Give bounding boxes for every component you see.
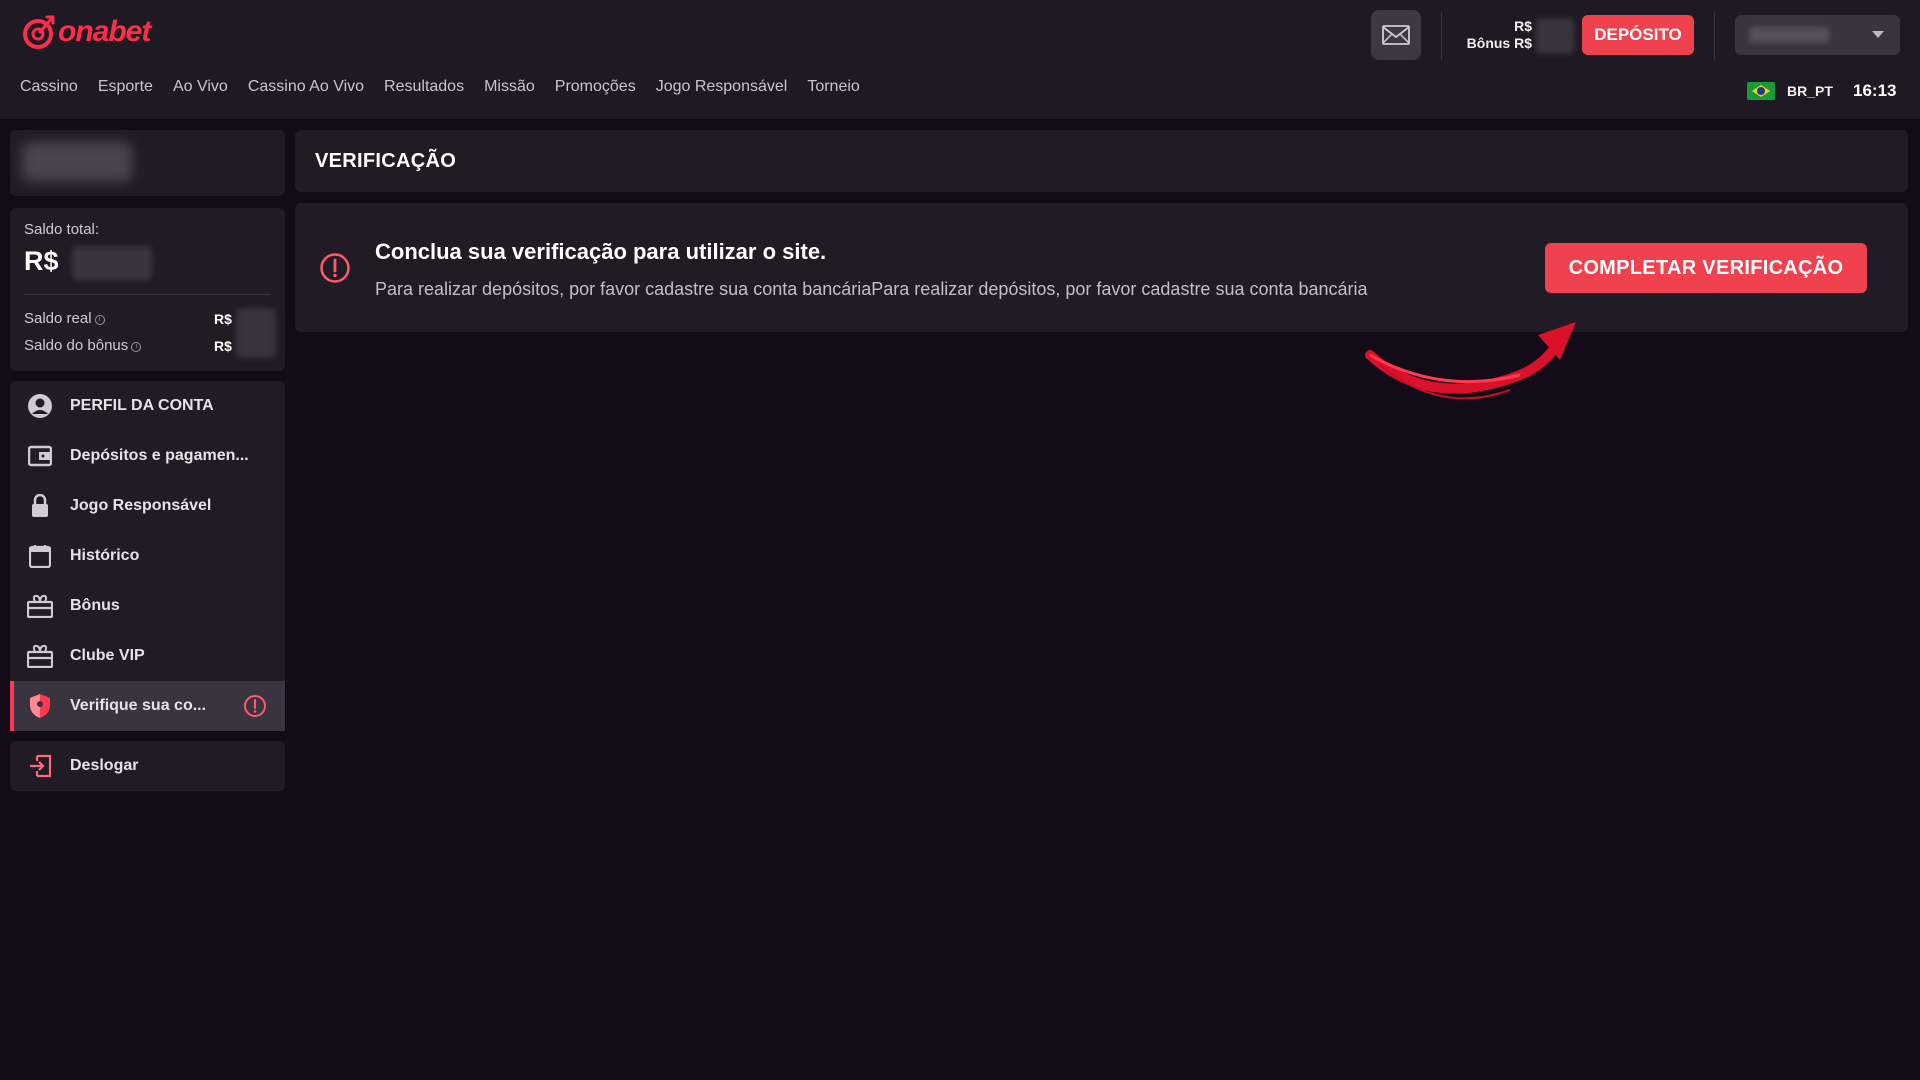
messages-button[interactable]	[1371, 10, 1421, 60]
user-circle-icon	[27, 393, 53, 419]
divider	[24, 294, 271, 295]
verification-notice: Conclua sua verificação para utilizar o …	[295, 203, 1908, 332]
hidden-total-value	[72, 246, 152, 280]
sidebar-item-label: PERFIL DA CONTA	[70, 397, 214, 414]
header-balance: R$ Bônus R$	[1460, 18, 1532, 54]
gift-icon	[27, 643, 53, 669]
lock-icon	[27, 493, 53, 519]
top-header: onabet Cassino Esporte Ao Vivo Cassino A…	[0, 0, 1920, 119]
logo-text: onabet	[58, 15, 151, 48]
sidebar-item-historico[interactable]: Histórico	[10, 531, 285, 581]
sidebar-item-jogo-responsavel[interactable]: Jogo Responsável	[10, 481, 285, 531]
deposit-button[interactable]: DEPÓSITO	[1582, 15, 1694, 55]
nav-jogo-responsavel[interactable]: Jogo Responsável	[656, 78, 788, 96]
logout-button[interactable]: Deslogar	[10, 741, 285, 791]
notice-title: Conclua sua verificação para utilizar o …	[375, 239, 827, 264]
language-selector[interactable]: BR_PT	[1747, 82, 1833, 100]
nav-missao[interactable]: Missão	[484, 78, 535, 96]
header-divider	[1714, 12, 1715, 60]
complete-verification-button[interactable]: COMPLETAR VERIFICAÇÃO	[1545, 243, 1867, 293]
logout-label: Deslogar	[70, 757, 139, 774]
gift-icon	[27, 593, 53, 619]
hidden-username	[1749, 27, 1829, 43]
shield-icon	[27, 693, 53, 719]
language-code: BR_PT	[1787, 83, 1833, 99]
annotation-arrow-icon	[1365, 322, 1576, 400]
account-menu: PERFIL DA CONTA Depósitos e pagamen... J…	[10, 381, 285, 731]
sidebar-item-label: Bônus	[70, 597, 120, 614]
bonus-balance-currency: R$	[214, 338, 232, 354]
header-bonus-label: Bônus R$	[1466, 35, 1532, 51]
nav-cassino-ao-vivo[interactable]: Cassino Ao Vivo	[248, 78, 364, 96]
info-icon[interactable]: i	[131, 342, 142, 352]
profile-card	[10, 130, 285, 196]
alert-icon	[320, 253, 350, 283]
logout-icon	[27, 753, 53, 779]
hidden-balance-values	[236, 308, 276, 358]
total-balance-label: Saldo total:	[24, 221, 100, 238]
sidebar-item-perfil[interactable]: PERFIL DA CONTA	[10, 381, 285, 431]
sidebar-item-label: Clube VIP	[70, 647, 145, 664]
notice-text: Para realizar depósitos, por favor cadas…	[375, 279, 1368, 299]
nav-torneio[interactable]: Torneio	[807, 78, 859, 96]
clock: 16:13	[1853, 81, 1897, 100]
nav-esporte[interactable]: Esporte	[98, 78, 153, 96]
hidden-balance-value	[1536, 18, 1574, 54]
brand-logo[interactable]: onabet	[22, 12, 151, 52]
sidebar-item-label: Depósitos e pagamen...	[70, 447, 249, 464]
nav-resultados[interactable]: Resultados	[384, 78, 464, 96]
nav-promocoes[interactable]: Promoções	[555, 78, 636, 96]
calendar-icon	[27, 543, 53, 569]
hidden-profile-info	[22, 142, 132, 182]
sidebar-item-label: Verifique sua co...	[70, 697, 207, 714]
real-balance-row: Saldo real i	[24, 310, 105, 327]
bonus-balance-row: Saldo do bônus i	[24, 337, 142, 354]
mail-icon	[1382, 25, 1410, 45]
page-header: VERIFICAÇÃO	[295, 130, 1908, 192]
header-divider	[1441, 12, 1442, 60]
sidebar-item-label: Histórico	[70, 547, 140, 564]
sidebar-item-depositos[interactable]: Depósitos e pagamen...	[10, 431, 285, 481]
nav-cassino[interactable]: Cassino	[20, 78, 78, 96]
info-icon[interactable]: i	[94, 315, 105, 325]
alert-icon	[244, 695, 266, 717]
wallet-icon	[27, 443, 53, 469]
nav-ao-vivo[interactable]: Ao Vivo	[173, 78, 228, 96]
real-balance-currency: R$	[214, 311, 232, 327]
real-balance-label: Saldo real	[24, 310, 92, 327]
bonus-balance-label: Saldo do bônus	[24, 337, 129, 354]
main-nav: Cassino Esporte Ao Vivo Cassino Ao Vivo …	[20, 78, 880, 96]
sidebar-item-verificacao[interactable]: Verifique sua co...	[10, 681, 285, 731]
sidebar-item-bonus[interactable]: Bônus	[10, 581, 285, 631]
page-title: VERIFICAÇÃO	[315, 150, 457, 172]
sidebar-item-clube-vip[interactable]: Clube VIP	[10, 631, 285, 681]
sidebar-item-label: Jogo Responsável	[70, 497, 212, 514]
logout-item[interactable]: Deslogar	[10, 741, 285, 791]
total-balance-currency: R$	[24, 246, 59, 276]
chevron-down-icon	[1872, 31, 1884, 38]
balance-card: Saldo total: R$ Saldo real i R$ Saldo do …	[10, 208, 285, 371]
brazil-flag-icon	[1747, 82, 1775, 100]
header-balance-label: R$	[1514, 18, 1532, 34]
logo-icon	[23, 15, 55, 49]
user-dropdown[interactable]	[1735, 15, 1900, 55]
